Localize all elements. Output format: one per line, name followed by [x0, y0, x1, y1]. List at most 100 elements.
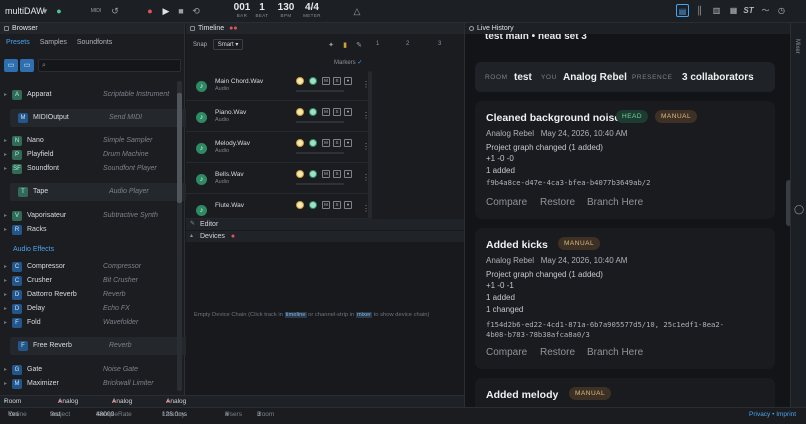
browser-item-delay[interactable]: ▸ D Delay Echo FX	[4, 303, 172, 315]
chat-bubble-icon[interactable]: ◯	[793, 203, 805, 215]
history-entry-card[interactable]: Added kicks MANUAL Analog Rebel May 24, …	[475, 228, 775, 369]
marker-tool-icon[interactable]: ▮	[339, 40, 351, 52]
folder-icon[interactable]: ▭	[4, 59, 18, 72]
piano-icon[interactable]: ▥	[710, 4, 723, 17]
browser-item-playfield[interactable]: ▸ P Playfield Drum Machine	[4, 149, 172, 161]
branch-here-button[interactable]: Branch Here	[587, 197, 643, 208]
solo-button[interactable]: S	[333, 139, 341, 147]
volume-knob[interactable]	[296, 201, 304, 209]
expand-icon[interactable]: ▸	[4, 135, 7, 147]
browser-item-nano[interactable]: ▸ N Nano Simple Sampler	[4, 135, 172, 147]
volume-knob[interactable]	[296, 108, 304, 116]
track-row[interactable]: ♪ Piano.Wav Audio M S ● ⋮	[186, 102, 370, 132]
layout-browser-icon[interactable]: ▤	[676, 4, 689, 17]
expand-icon[interactable]: ▸	[4, 275, 7, 287]
script-tool-button[interactable]: ST	[742, 4, 755, 17]
browser-item-maximizer[interactable]: ▸ M Maximizer Brickwall Limiter	[4, 378, 172, 390]
play-button[interactable]: ▶	[160, 5, 172, 17]
branch-here-button[interactable]: Branch Here	[587, 347, 643, 358]
pan-knob[interactable]	[309, 201, 317, 209]
history-clock-icon[interactable]: ◷	[775, 4, 788, 17]
browser-item-compressor[interactable]: ▸ C Compressor Compressor	[4, 261, 172, 273]
restore-button[interactable]: Restore	[540, 347, 575, 358]
markers-lane[interactable]: Markers ✓	[334, 59, 362, 66]
track-row[interactable]: ♪ Main Chord.Wav Audio M S ● ⋮	[186, 71, 370, 101]
arm-button[interactable]: ●	[344, 139, 352, 147]
expand-icon[interactable]: ▸	[4, 89, 7, 101]
editor-header[interactable]: ✎ Editor	[186, 219, 464, 230]
metronome-icon[interactable]: ●	[53, 5, 65, 17]
devices-icon[interactable]: ▴	[190, 231, 193, 242]
solo-button[interactable]: S	[333, 108, 341, 116]
bpm-display[interactable]: 130 BPM	[274, 2, 298, 18]
privacy-imprint-link[interactable]: Privacy • Imprint	[749, 408, 796, 422]
timeline-link[interactable]: timeline	[284, 312, 307, 318]
audio-effects-heading[interactable]: Audio Effects	[13, 246, 54, 253]
mute-button[interactable]: M	[322, 108, 330, 116]
solo-button[interactable]: S	[333, 77, 341, 85]
volume-knob[interactable]	[296, 139, 304, 147]
mute-button[interactable]: M	[322, 139, 330, 147]
browser-item-apparat[interactable]: ▸ A Apparat Scriptable Instrument	[4, 89, 172, 101]
devices-header[interactable]: ▴ Devices ●	[186, 231, 464, 242]
pan-knob[interactable]	[309, 77, 317, 85]
mute-button[interactable]: M	[322, 170, 330, 178]
folder-open-icon[interactable]: ▭	[20, 59, 34, 72]
volume-knob[interactable]	[296, 77, 304, 85]
curve-icon[interactable]: 〜	[759, 4, 772, 17]
browser-scrollbar-thumb[interactable]	[177, 93, 182, 203]
tab-presets[interactable]: Presets	[6, 39, 30, 46]
timeline-divider[interactable]	[368, 71, 372, 219]
snap-select[interactable]: Smart ▾	[212, 39, 244, 50]
mute-button[interactable]: M	[322, 201, 330, 209]
browser-item-soundfont[interactable]: ▸ SF Soundfont Soundfont Player	[4, 163, 172, 175]
mixer-icon[interactable]: ║	[693, 4, 706, 17]
expand-icon[interactable]: ▸	[4, 317, 7, 329]
expand-icon[interactable]: ▸	[4, 149, 7, 161]
mute-button[interactable]: M	[322, 77, 330, 85]
stop-button[interactable]: ■	[175, 5, 187, 17]
loop-icon[interactable]: ↺	[109, 5, 121, 17]
browser-item-gate[interactable]: ▸ G Gate Noise Gate	[4, 364, 172, 376]
pan-knob[interactable]	[309, 170, 317, 178]
volume-knob[interactable]	[296, 170, 304, 178]
compare-button[interactable]: Compare	[486, 197, 527, 208]
browser-item-dattorro-reverb[interactable]: ▸ D Dattorro Reverb Reverb	[4, 289, 172, 301]
expand-icon[interactable]: ▸	[4, 210, 7, 222]
expand-icon[interactable]: ▸	[4, 303, 7, 315]
midi-button[interactable]: MIDI	[90, 5, 102, 17]
meter-display[interactable]: 4/4 METER	[301, 2, 323, 18]
track-row[interactable]: ♪ Melody.Wav Audio M S ● ⋮	[186, 133, 370, 163]
expand-icon[interactable]: ▸	[4, 224, 7, 236]
expand-icon[interactable]: ▸	[4, 163, 7, 175]
browser-search-input[interactable]: ⌕	[38, 59, 181, 72]
solo-button[interactable]: S	[333, 170, 341, 178]
history-entry-card[interactable]: Added melody MANUAL	[475, 378, 775, 407]
arm-button[interactable]: ●	[344, 77, 352, 85]
record-button[interactable]: ●	[144, 5, 156, 17]
collapse-icon[interactable]: ✎	[190, 219, 195, 230]
arm-button[interactable]: ●	[344, 201, 352, 209]
track-row[interactable]: ♪ Flute.Wav M S ● ⋮	[186, 195, 368, 219]
track-row[interactable]: ♪ Bells.Wav Audio M S ● ⋮	[186, 164, 370, 194]
tab-soundfonts[interactable]: Soundfonts	[77, 39, 112, 46]
history-entry-card[interactable]: Cleaned background noise HEAD MANUAL Ana…	[475, 101, 775, 219]
solo-button[interactable]: S	[333, 201, 341, 209]
calendar-icon[interactable]: ▦	[727, 4, 740, 17]
expand-icon[interactable]: ▸	[4, 378, 7, 390]
mixer-rail-label[interactable]: Mixer	[794, 39, 800, 54]
browser-item-fold[interactable]: ▸ F Fold Wavefolder	[4, 317, 172, 329]
expand-icon[interactable]: ▸	[4, 289, 7, 301]
pencil-tool-icon[interactable]: ✎	[353, 40, 365, 52]
expand-icon[interactable]: ▸	[4, 364, 7, 376]
arm-button[interactable]: ●	[344, 170, 352, 178]
warning-icon[interactable]: △	[351, 5, 363, 17]
restore-button[interactable]: Restore	[540, 197, 575, 208]
menu-chevron-icon[interactable]: ▾	[39, 5, 51, 17]
pan-knob[interactable]	[309, 108, 317, 116]
browser-item-racks[interactable]: ▸ R Racks	[4, 224, 172, 236]
mixer-link[interactable]: mixer	[355, 312, 373, 318]
browser-item-crusher[interactable]: ▸ C Crusher Bit Crusher	[4, 275, 172, 287]
compare-button[interactable]: Compare	[486, 347, 527, 358]
rewind-loop-icon[interactable]: ⟲	[190, 5, 202, 17]
